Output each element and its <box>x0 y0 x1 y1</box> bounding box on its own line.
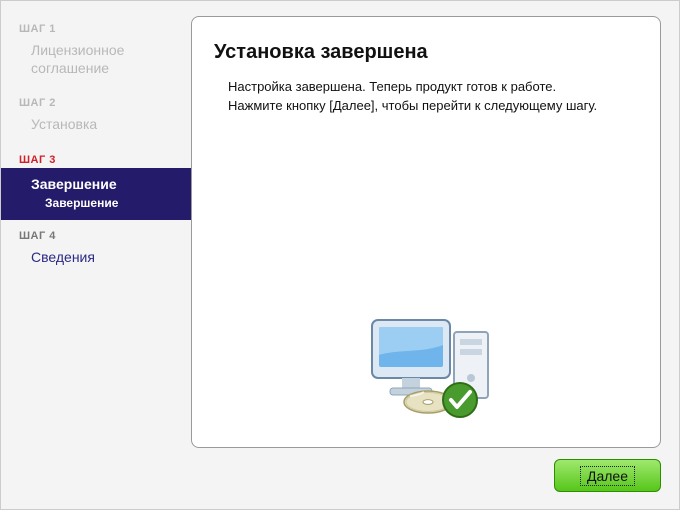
step-1-label: ШАГ 1 <box>1 19 191 37</box>
step-2-label: ШАГ 2 <box>1 93 191 111</box>
main-panel: Установка завершена Настройка завершена.… <box>191 16 661 448</box>
step-4-title: Сведения <box>1 244 191 276</box>
step-2-title: Установка <box>1 111 191 143</box>
step-3-label: ШАГ 3 <box>1 150 191 168</box>
body-line-1: Настройка завершена. Теперь продукт гото… <box>228 79 556 94</box>
step-3-active: ШАГ 3 Завершение Завершение <box>1 150 191 220</box>
step-3-title: Завершение <box>31 176 195 192</box>
panel-body: Настройка завершена. Теперь продукт гото… <box>192 78 660 116</box>
step-3-active-box: Завершение Завершение <box>1 168 195 220</box>
step-4-label: ШАГ 4 <box>1 226 191 244</box>
computer-install-complete-icon <box>362 302 502 422</box>
next-button-label: Далее <box>580 466 635 486</box>
step-4: ШАГ 4 Сведения <box>1 226 191 276</box>
step-1-title: Лицензионное соглашение <box>1 37 191 87</box>
step-2: ШАГ 2 Установка <box>1 93 191 143</box>
body-line-2: Нажмите кнопку [Далее], чтобы перейти к … <box>228 98 597 113</box>
step-1: ШАГ 1 Лицензионное соглашение <box>1 19 191 87</box>
step-3-subtitle: Завершение <box>31 196 195 210</box>
wizard-sidebar: ШАГ 1 Лицензионное соглашение ШАГ 2 Уста… <box>1 1 191 451</box>
next-button[interactable]: Далее <box>554 459 661 492</box>
page-title: Установка завершена <box>192 17 660 78</box>
